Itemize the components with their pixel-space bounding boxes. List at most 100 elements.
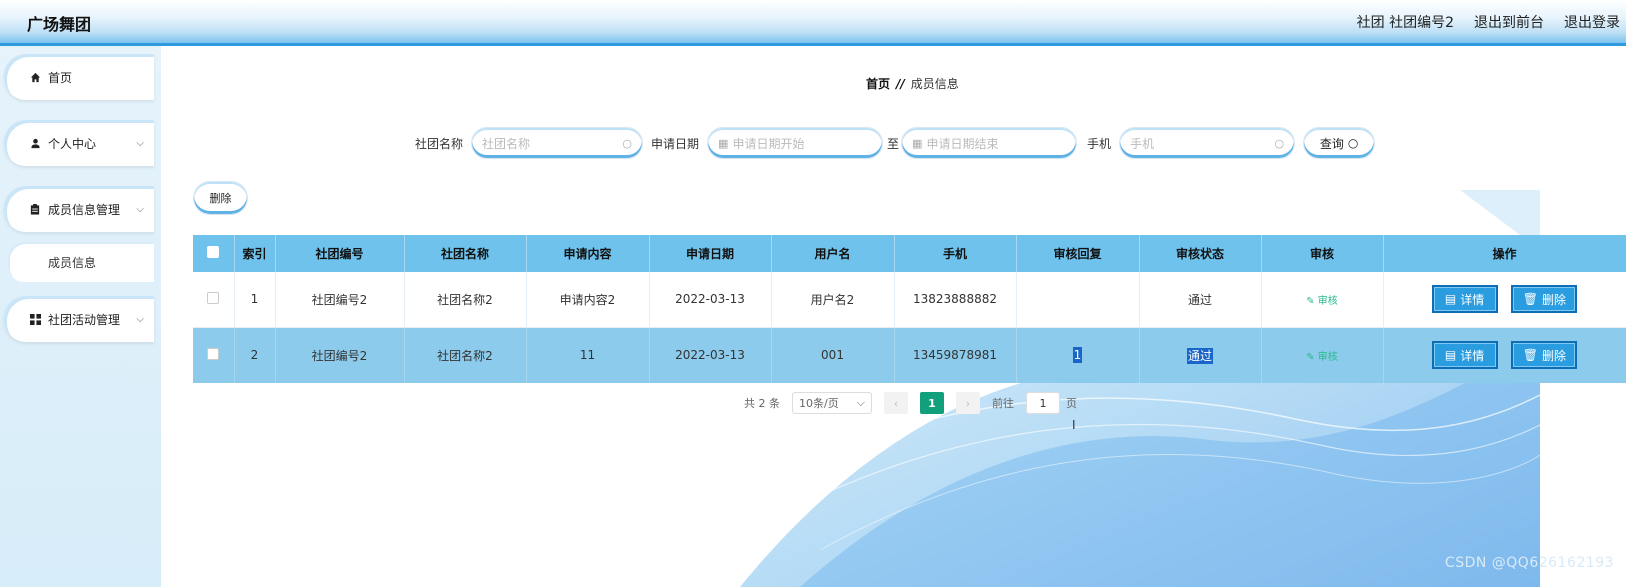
reply-cell <box>1016 272 1140 328</box>
user-icon <box>28 138 42 149</box>
date-start-input[interactable]: ▦ 申请日期开始 <box>707 127 884 159</box>
goto-label: 前往 <box>992 397 1014 410</box>
prev-page-button[interactable]: ‹ <box>884 392 908 414</box>
select-all-cell[interactable] <box>193 235 235 272</box>
select-all-checkbox[interactable] <box>207 246 220 258</box>
apply-date-label: 申请日期 <box>651 136 700 151</box>
audit-link[interactable]: ✎ 审核 <box>1306 352 1338 363</box>
trash-icon: 🗑 <box>1522 348 1539 363</box>
club-name-label: 社团名称 <box>415 136 464 151</box>
sidebar: 首页 个人中心 ⌵ 成员信息管理 ⌵ 成员信息 社团活动管理 ⌵ <box>0 46 161 587</box>
page-unit-label: 页 <box>1066 397 1077 410</box>
reply-cell: 1 <box>1016 327 1140 383</box>
watermark: CSDN @QQ626162193 <box>1444 555 1614 571</box>
goto-page-input[interactable]: 1 <box>1026 392 1060 414</box>
row-select-cell[interactable] <box>193 327 235 383</box>
document-icon: ▤ <box>1444 348 1457 363</box>
column-header: 社团编号 <box>275 235 405 272</box>
index-cell: 1 <box>234 272 276 328</box>
selected-text: 1 <box>1072 347 1083 364</box>
text-cursor-icon: I <box>1072 418 1076 432</box>
sidebar-item-home[interactable]: 首页 <box>4 54 154 100</box>
breadcrumb-current: 成员信息 <box>910 77 959 91</box>
actions-cell: ▤ 详情 🗑 删除 <box>1383 272 1626 328</box>
sidebar-item-personal-center[interactable]: 个人中心 ⌵ <box>4 120 154 166</box>
current-page-button[interactable]: 1 <box>920 392 944 414</box>
detail-button[interactable]: ▤ 详情 <box>1431 285 1498 314</box>
date-end-input[interactable]: ▦ 申请日期结束 <box>901 127 1078 159</box>
breadcrumb-home[interactable]: 首页 <box>866 75 890 92</box>
date-cell: 2022-03-13 <box>649 272 772 328</box>
logout-link[interactable]: 退出登录 <box>1564 12 1620 32</box>
phone-input[interactable]: 手机 ○ <box>1119 127 1296 159</box>
calendar-icon: ▦ <box>718 136 729 150</box>
detail-label: 详情 <box>1460 348 1485 363</box>
batch-delete-button[interactable]: 删除 <box>193 181 248 215</box>
table-row[interactable]: 2 社团编号2 社团名称2 11 2022-03-13 001 13459878… <box>193 327 1626 383</box>
pagination: 共 2 条 10条/页 ⌵ ‹ 1 › 前往 1 页 <box>744 392 1077 414</box>
breadcrumb: 首页 // 成员信息 <box>866 75 959 92</box>
club-no-cell: 社团编号2 <box>275 327 405 383</box>
chevron-left-icon: ‹ <box>893 396 899 410</box>
detail-label: 详情 <box>1460 292 1485 307</box>
back-to-front-link[interactable]: 退出到前台 <box>1474 12 1544 32</box>
delete-button[interactable]: 🗑 删除 <box>1511 285 1578 314</box>
club-name-input[interactable]: 社团名称 ○ <box>471 127 644 159</box>
phone-cell: 13823888882 <box>894 272 1017 328</box>
club-name-cell: 社团名称2 <box>404 327 527 383</box>
sidebar-item-member-info[interactable]: 成员信息 <box>8 242 154 282</box>
page-size-select[interactable]: 10条/页 ⌵ <box>792 392 872 414</box>
date-end-placeholder: 申请日期结束 <box>926 136 999 151</box>
page-size-value: 10条/页 <box>799 397 839 410</box>
index-cell: 2 <box>234 327 276 383</box>
clipboard-icon <box>28 203 42 215</box>
trash-icon: 🗑 <box>1522 292 1539 307</box>
chevron-down-icon: ⌵ <box>136 137 144 149</box>
sidebar-item-label: 社团活动管理 <box>48 312 121 327</box>
phone-cell: 13459878981 <box>894 327 1017 383</box>
club-no-cell: 社团编号2 <box>275 272 405 328</box>
sidebar-item-label: 首页 <box>48 70 73 85</box>
app-title: 广场舞团 <box>27 15 92 34</box>
club-label: 社团 社团编号2 <box>1356 15 1454 31</box>
home-icon <box>28 72 42 83</box>
column-header: 申请内容 <box>526 235 650 272</box>
row-checkbox[interactable] <box>207 291 220 304</box>
query-button[interactable]: 查询 ○ <box>1303 127 1376 159</box>
chevron-down-icon: ⌵ <box>136 203 144 215</box>
audit-link[interactable]: ✎ 审核 <box>1306 296 1338 307</box>
document-icon: ▤ <box>1444 292 1457 307</box>
search-icon: ○ <box>622 136 633 150</box>
member-table: 索引 社团编号 社团名称 申请内容 申请日期 用户名 手机 审核回复 审核状态 … <box>193 235 1626 383</box>
column-header: 索引 <box>234 235 276 272</box>
phone-placeholder: 手机 <box>1130 136 1155 151</box>
table-header-row: 索引 社团编号 社团名称 申请内容 申请日期 用户名 手机 审核回复 审核状态 … <box>193 235 1626 272</box>
next-page-button[interactable]: › <box>956 392 980 414</box>
detail-button[interactable]: ▤ 详情 <box>1431 341 1498 370</box>
table-row[interactable]: 1 社团编号2 社团名称2 申请内容2 2022-03-13 用户名2 1382… <box>193 272 1626 328</box>
search-icon: ○ <box>1274 136 1285 150</box>
content-cell: 11 <box>526 327 650 383</box>
edit-icon: ✎ <box>1306 295 1315 307</box>
column-header: 审核回复 <box>1016 235 1140 272</box>
row-checkbox[interactable] <box>207 347 220 360</box>
column-header: 用户名 <box>771 235 895 272</box>
sidebar-item-activity-management[interactable]: 社团活动管理 ⌵ <box>4 296 154 342</box>
column-header: 手机 <box>894 235 1017 272</box>
club-name-placeholder: 社团名称 <box>482 136 531 151</box>
total-count: 共 2 条 <box>744 397 780 410</box>
date-cell: 2022-03-13 <box>649 327 772 383</box>
edit-icon: ✎ <box>1306 351 1315 363</box>
status-cell: 通过 <box>1139 272 1262 328</box>
row-select-cell[interactable] <box>193 272 235 328</box>
delete-button[interactable]: 🗑 删除 <box>1511 341 1578 370</box>
audit-label: 审核 <box>1317 295 1338 307</box>
date-to-label: 至 <box>887 136 900 151</box>
column-header: 操作 <box>1383 235 1626 272</box>
sidebar-item-label: 成员信息 <box>48 255 97 270</box>
sidebar-item-member-management[interactable]: 成员信息管理 ⌵ <box>4 186 154 232</box>
search-icon: ○ <box>1347 136 1359 150</box>
column-header: 审核状态 <box>1139 235 1262 272</box>
breadcrumb-separator: // <box>896 76 905 91</box>
top-header: 广场舞团 社团 社团编号2 退出到前台 退出登录 <box>0 0 1626 46</box>
